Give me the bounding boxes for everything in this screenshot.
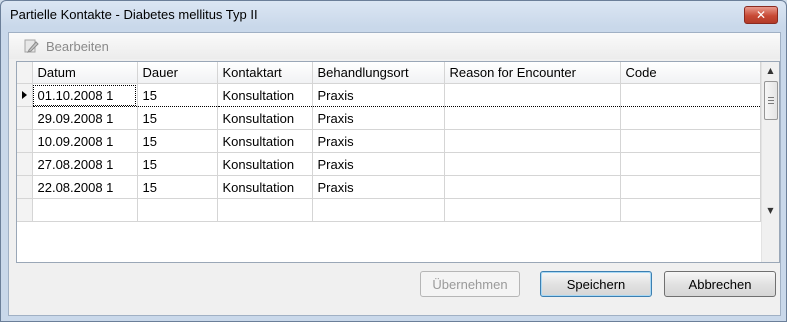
- cell-code[interactable]: [620, 106, 761, 130]
- column-header-behandlungsort[interactable]: Behandlungsort: [312, 62, 445, 84]
- row-header-corner: [17, 62, 33, 84]
- row-header[interactable]: [17, 175, 33, 199]
- cell-dauer[interactable]: 15: [137, 175, 218, 199]
- table-row[interactable]: 22.08.2008 1 15 Konsultation Praxis: [17, 175, 761, 199]
- column-header-kontaktart[interactable]: Kontaktart: [217, 62, 313, 84]
- vertical-scrollbar[interactable]: ▲ ▼: [761, 62, 779, 262]
- save-button[interactable]: Speichern: [540, 271, 652, 297]
- row-header: [17, 198, 33, 222]
- contacts-table: Datum Dauer Kontaktart Behandlungsort Re…: [17, 62, 761, 222]
- cell-reason[interactable]: [444, 175, 621, 199]
- scroll-up-icon[interactable]: ▲: [762, 62, 779, 79]
- table-row[interactable]: 29.09.2008 1 15 Konsultation Praxis: [17, 106, 761, 130]
- column-header-dauer[interactable]: Dauer: [137, 62, 218, 84]
- cell-reason[interactable]: [444, 83, 621, 107]
- cell-datum[interactable]: 29.09.2008 1: [32, 106, 138, 130]
- edit-button-label: Bearbeiten: [46, 38, 109, 54]
- window-title: Partielle Kontakte - Diabetes mellitus T…: [10, 7, 258, 22]
- grid-header-row: Datum Dauer Kontaktart Behandlungsort Re…: [17, 62, 761, 84]
- cell-behandlungsort[interactable]: Praxis: [312, 129, 445, 153]
- column-header-code[interactable]: Code: [620, 62, 761, 84]
- table-row[interactable]: [17, 198, 761, 222]
- apply-button-label: Übernehmen: [432, 276, 508, 292]
- cell-code[interactable]: [620, 175, 761, 199]
- row-header[interactable]: [17, 129, 33, 153]
- cell-kontaktart[interactable]: Konsultation: [217, 175, 313, 199]
- cell-datum[interactable]: 27.08.2008 1: [32, 152, 138, 176]
- cell-kontaktart[interactable]: Konsultation: [217, 152, 313, 176]
- cell-behandlungsort[interactable]: Praxis: [312, 175, 445, 199]
- cell-code[interactable]: [620, 83, 761, 107]
- cell-code[interactable]: [620, 129, 761, 153]
- title-bar[interactable]: Partielle Kontakte - Diabetes mellitus T…: [1, 1, 786, 29]
- column-header-reason[interactable]: Reason for Encounter: [444, 62, 621, 84]
- cell-empty: [217, 198, 313, 222]
- table-row[interactable]: 27.08.2008 1 15 Konsultation Praxis: [17, 152, 761, 176]
- current-row-arrow-icon: [22, 91, 27, 99]
- cell-dauer[interactable]: 15: [137, 106, 218, 130]
- cell-empty: [137, 198, 218, 222]
- row-header[interactable]: [17, 106, 33, 130]
- row-header[interactable]: [17, 83, 33, 107]
- cell-behandlungsort[interactable]: Praxis: [312, 152, 445, 176]
- close-button[interactable]: ✕: [744, 6, 778, 24]
- cell-behandlungsort[interactable]: Praxis: [312, 106, 445, 130]
- cell-kontaktart[interactable]: Konsultation: [217, 129, 313, 153]
- row-header[interactable]: [17, 152, 33, 176]
- cell-datum[interactable]: 22.08.2008 1: [32, 175, 138, 199]
- cell-code[interactable]: [620, 152, 761, 176]
- cell-datum[interactable]: 10.09.2008 1: [32, 129, 138, 153]
- cell-reason[interactable]: [444, 106, 621, 130]
- save-button-label: Speichern: [566, 276, 626, 292]
- cell-empty: [312, 198, 445, 222]
- dialog-client-area: Bearbeiten Datum Dauer Kontaktart Behand…: [8, 32, 781, 316]
- column-header-datum[interactable]: Datum: [32, 62, 138, 84]
- cell-empty: [32, 198, 138, 222]
- cell-empty: [620, 198, 761, 222]
- cell-empty: [444, 198, 621, 222]
- toolbar: Bearbeiten: [9, 33, 780, 59]
- dialog-window: Partielle Kontakte - Diabetes mellitus T…: [0, 0, 787, 322]
- edit-button[interactable]: Bearbeiten: [23, 37, 109, 55]
- scroll-thumb[interactable]: [764, 81, 778, 120]
- cell-dauer[interactable]: 15: [137, 83, 218, 107]
- grip-line: [768, 103, 774, 104]
- apply-button[interactable]: Übernehmen: [420, 271, 520, 297]
- cancel-button[interactable]: Abbrechen: [664, 271, 776, 297]
- table-row[interactable]: 10.09.2008 1 15 Konsultation Praxis: [17, 129, 761, 153]
- cell-kontaktart[interactable]: Konsultation: [217, 83, 313, 107]
- contacts-grid[interactable]: Datum Dauer Kontaktart Behandlungsort Re…: [16, 61, 780, 263]
- cell-reason[interactable]: [444, 129, 621, 153]
- edit-icon: [23, 38, 39, 54]
- close-icon: ✕: [755, 8, 767, 22]
- cell-dauer[interactable]: 15: [137, 129, 218, 153]
- scroll-down-icon[interactable]: ▼: [762, 202, 779, 219]
- cell-behandlungsort[interactable]: Praxis: [312, 83, 445, 107]
- table-row[interactable]: 01.10.2008 1 15 Konsultation Praxis: [17, 83, 761, 107]
- cell-dauer[interactable]: 15: [137, 152, 218, 176]
- grip-line: [768, 97, 774, 98]
- cell-datum[interactable]: 01.10.2008 1: [32, 83, 138, 107]
- cancel-button-label: Abbrechen: [688, 276, 752, 292]
- cell-reason[interactable]: [444, 152, 621, 176]
- grip-line: [768, 100, 774, 101]
- cell-kontaktart[interactable]: Konsultation: [217, 106, 313, 130]
